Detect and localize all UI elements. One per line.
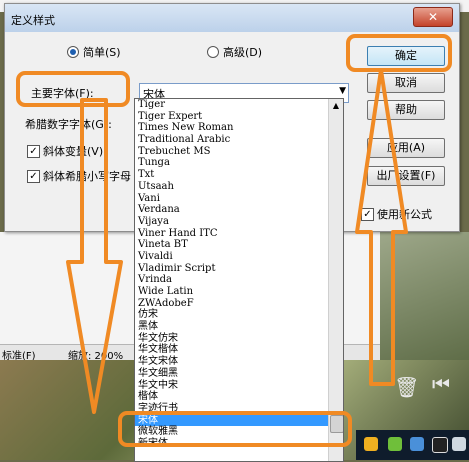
ok-highlight [346,34,452,72]
up-arrow-annotation [355,68,408,386]
main-font-highlight [16,71,130,107]
down-arrow-annotation [66,98,123,414]
selection-highlight [118,411,352,447]
